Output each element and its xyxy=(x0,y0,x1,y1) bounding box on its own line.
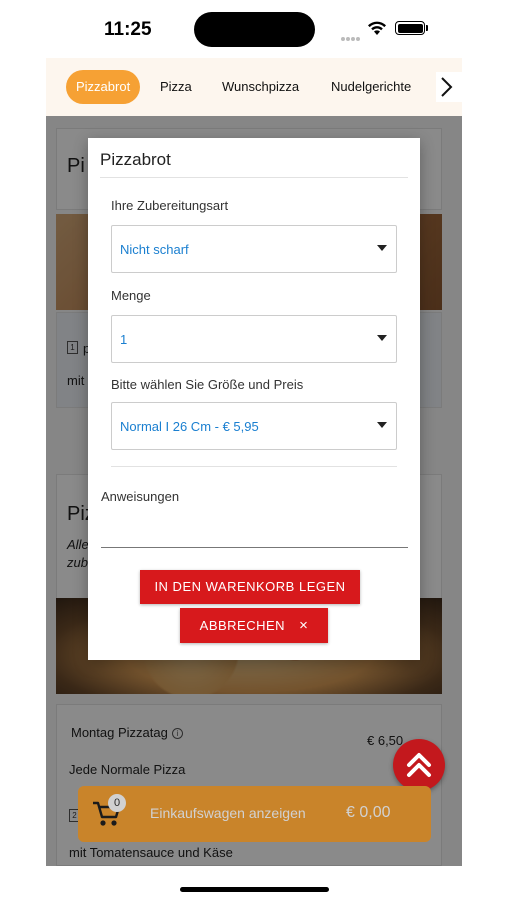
prep-select-value: Nicht scharf xyxy=(120,242,189,257)
size-price-select[interactable]: Normal I 26 Cm - € 5,95 xyxy=(111,402,397,450)
modal-divider xyxy=(100,177,408,178)
battery-cap xyxy=(426,25,428,31)
status-time: 11:25 xyxy=(104,19,152,40)
tab-pizza[interactable]: Pizza xyxy=(150,70,202,104)
tabs-scroll-right-button[interactable] xyxy=(436,72,462,102)
quantity-select[interactable]: 1 xyxy=(111,315,397,363)
chevron-right-icon xyxy=(441,77,453,97)
category-tabs: Pizzabrot Pizza Wunschpizza Nudelgericht… xyxy=(46,58,462,116)
size-label: Bitte wählen Sie Größe und Preis xyxy=(111,377,304,392)
tab-pizzabrot[interactable]: Pizzabrot xyxy=(66,70,141,104)
wifi-icon xyxy=(368,21,386,35)
close-icon: × xyxy=(299,617,309,634)
cancel-button-label: ABBRECHEN xyxy=(199,618,286,633)
prep-select[interactable]: Nicht scharf xyxy=(111,225,397,273)
dynamic-island xyxy=(194,12,315,47)
caret-down-icon xyxy=(377,335,387,341)
modal-title: Pizzabrot xyxy=(100,150,171,169)
add-to-cart-button[interactable]: IN DEN WARENKORB LEGEN xyxy=(140,570,360,604)
prep-label: Ihre Zubereitungsart xyxy=(111,198,229,213)
quantity-select-value: 1 xyxy=(120,332,128,347)
tab-wunschpizza[interactable]: Wunschpizza xyxy=(212,70,309,104)
status-bar: 11:25 xyxy=(0,0,507,58)
cart-bar-shade xyxy=(78,786,431,842)
caret-down-icon xyxy=(377,422,387,428)
size-select-value: Normal I 26 Cm - € 5,95 xyxy=(120,419,259,434)
signal-icon xyxy=(341,28,361,46)
scroll-top-shade xyxy=(393,739,445,791)
tab-nudelgerichte[interactable]: Nudelgerichte xyxy=(321,70,421,104)
modal-separator xyxy=(111,466,397,467)
instructions-input[interactable] xyxy=(101,508,408,548)
product-options-modal: Pizzabrot Ihre Zubereitungsart Nicht sch… xyxy=(88,138,420,660)
battery-icon xyxy=(395,21,425,35)
caret-down-icon xyxy=(377,245,387,251)
quantity-label: Menge xyxy=(111,288,151,303)
cancel-button[interactable]: ABBRECHEN × xyxy=(180,608,328,643)
instructions-label: Anweisungen xyxy=(101,489,180,504)
home-indicator[interactable] xyxy=(180,887,329,892)
